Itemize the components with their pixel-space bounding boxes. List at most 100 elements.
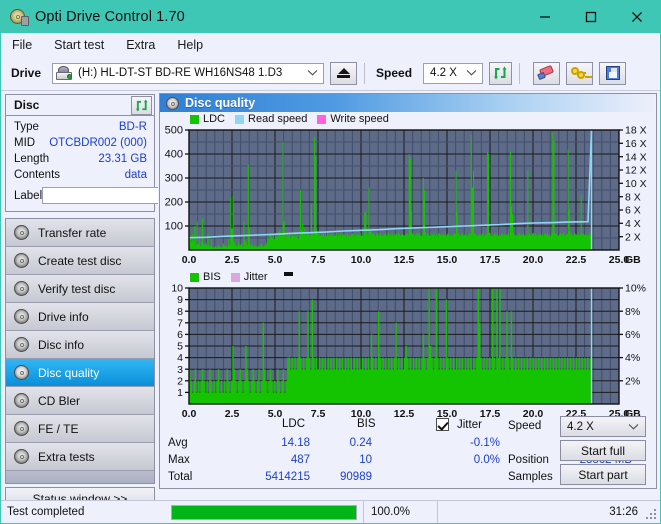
jitter-checkbox[interactable]	[436, 418, 449, 431]
disc-group-header: Disc	[6, 95, 154, 116]
svg-text:10.0: 10.0	[351, 254, 372, 266]
drive-icon	[56, 66, 73, 80]
disc-group-title: Disc	[14, 98, 40, 112]
disc-icon	[14, 309, 29, 324]
sidebar-item-fe-te[interactable]: FE / TE	[6, 415, 154, 443]
jitter-marker-icon	[283, 272, 293, 276]
stats-row-max-label: Max	[168, 454, 190, 466]
legend-label-jitter: Jitter	[243, 271, 268, 283]
menu-file[interactable]: File	[10, 36, 43, 54]
drive-select[interactable]: (H:) HL-DT-ST BD-RE WH16NS48 1.D3	[52, 62, 325, 84]
toolbar-separator-2	[519, 62, 521, 84]
sidebar-item-extra-tests[interactable]: Extra tests	[6, 443, 154, 471]
disc-label-label: Label	[14, 189, 43, 202]
disc-icon	[14, 393, 29, 408]
elapsed-time: 31:26	[437, 501, 660, 523]
erase-button[interactable]	[533, 61, 561, 85]
svg-text:8: 8	[177, 306, 183, 318]
position-stat-label: Position	[508, 454, 549, 466]
legend-swatch-ldc	[190, 114, 199, 124]
disc-group: Disc Type BD-R MID OTCBDR002 (000) Lengt…	[5, 94, 245, 212]
svg-text:14 X: 14 X	[625, 151, 647, 163]
svg-text:200: 200	[165, 197, 183, 209]
stats-avg-ldc: 14.18	[281, 437, 310, 449]
svg-text:12 X: 12 X	[625, 165, 647, 177]
sidebar-item-label: Create test disc	[38, 253, 122, 268]
main-body: Disc Type BD-R MID OTCBDR002 (000) Lengt…	[1, 91, 660, 511]
status-bar: Test completed 100.0% 31:26	[1, 500, 660, 523]
svg-text:6%: 6%	[625, 329, 640, 341]
maximize-button[interactable]	[568, 1, 614, 33]
ldc-chart-legend: LDC Read speed Write speed	[160, 112, 656, 126]
resize-grip[interactable]	[646, 509, 657, 520]
eraser-icon	[536, 64, 556, 80]
disc-icon	[14, 281, 29, 296]
panel-title: Disc quality	[185, 96, 256, 110]
progress-bar	[171, 504, 357, 520]
disc-length-value: 23.31 GB	[98, 153, 147, 165]
menu-help[interactable]: Help	[175, 36, 214, 54]
svg-text:100: 100	[165, 221, 183, 233]
ldc-chart: LDC Read speed Write speed 100 200 300 400 5…	[160, 112, 656, 268]
legend-label-write-speed: Write speed	[330, 113, 389, 125]
status-message: Test completed	[7, 506, 85, 518]
stats-avg-bis: 0.24	[349, 437, 372, 449]
svg-text:10 X: 10 X	[625, 178, 647, 190]
stats-max-bis: 10	[359, 454, 372, 466]
disc-length-label: Length	[14, 153, 50, 165]
sidebar-item-create-test-disc[interactable]: Create test disc	[6, 247, 154, 275]
sidebar-item-verify-test-disc[interactable]: Verify test disc	[6, 275, 154, 303]
svg-text:4: 4	[177, 352, 183, 364]
bis-chart-svg: 123456789102%4%6%8%10%0.0 2.5 5.0 7.5 10.0 12…	[171, 284, 646, 420]
svg-text:10%: 10%	[625, 284, 646, 295]
svg-text:1: 1	[177, 387, 183, 399]
svg-text:6 X: 6 X	[625, 205, 641, 217]
test-speed-select[interactable]: 4.2 X	[560, 416, 646, 437]
disc-refresh-button[interactable]	[131, 95, 152, 115]
sidebar-item-label: Disc quality	[38, 365, 100, 380]
svg-text:5: 5	[177, 341, 183, 353]
stats-area: LDC BIS Jitter Avg Max Total 14.18 487 5…	[160, 416, 656, 488]
minimize-button[interactable]	[522, 1, 568, 33]
svg-text:2 X: 2 X	[625, 231, 641, 243]
disc-row-type: Type BD-R	[14, 119, 147, 135]
speed-select[interactable]: 4.2 X	[423, 62, 484, 84]
speed-select-value: 4.2 X	[430, 67, 457, 79]
close-button[interactable]	[614, 1, 660, 33]
start-part-button[interactable]: Start part	[560, 464, 646, 485]
legend-swatch-write-speed	[317, 114, 327, 124]
refresh-button[interactable]	[489, 61, 513, 85]
svg-text:12.5: 12.5	[394, 254, 415, 266]
disc-row-mid: MID OTCBDR002 (000)	[14, 135, 147, 151]
samples-stat-label: Samples	[508, 471, 553, 483]
sidebar-item-disc-quality[interactable]: Disc quality	[6, 359, 154, 387]
eject-button[interactable]	[330, 61, 358, 85]
menu-extra[interactable]: Extra	[124, 36, 166, 54]
nav-filler	[6, 471, 154, 483]
svg-text:18 X: 18 X	[625, 126, 647, 137]
bis-chart-legend: BIS Jitter	[160, 270, 656, 284]
sidebar-item-transfer-rate[interactable]: Transfer rate	[6, 219, 154, 247]
stats-max-ldc: 487	[290, 454, 310, 466]
svg-text:500: 500	[165, 126, 183, 137]
legend-swatch-read-speed	[235, 114, 245, 124]
disc-type-label: Type	[14, 121, 39, 133]
svg-text:22.5: 22.5	[566, 254, 587, 266]
right-panel: Disc quality LDC Read speed Write speed …	[158, 91, 660, 495]
window-controls	[522, 1, 660, 33]
keys-button[interactable]	[566, 61, 594, 85]
sidebar-item-label: Verify test disc	[38, 281, 116, 296]
start-full-button[interactable]: Start full	[560, 440, 646, 461]
stats-max-jitter: 0.0%	[473, 454, 500, 466]
save-button[interactable]	[599, 61, 627, 85]
svg-text:0.0: 0.0	[182, 254, 197, 266]
sidebar-item-cd-bler[interactable]: CD Bler	[6, 387, 154, 415]
disc-icon	[14, 421, 29, 436]
svg-text:8 X: 8 X	[625, 191, 641, 203]
sidebar-item-disc-info[interactable]: Disc info	[6, 331, 154, 359]
menu-bar: File Start test Extra Help	[1, 33, 660, 56]
disc-quality-header: Disc quality	[160, 94, 656, 112]
menu-start-test[interactable]: Start test	[52, 36, 115, 54]
nav-list: Transfer rate Create test disc Verify te…	[5, 218, 155, 484]
sidebar-item-drive-info[interactable]: Drive info	[6, 303, 154, 331]
